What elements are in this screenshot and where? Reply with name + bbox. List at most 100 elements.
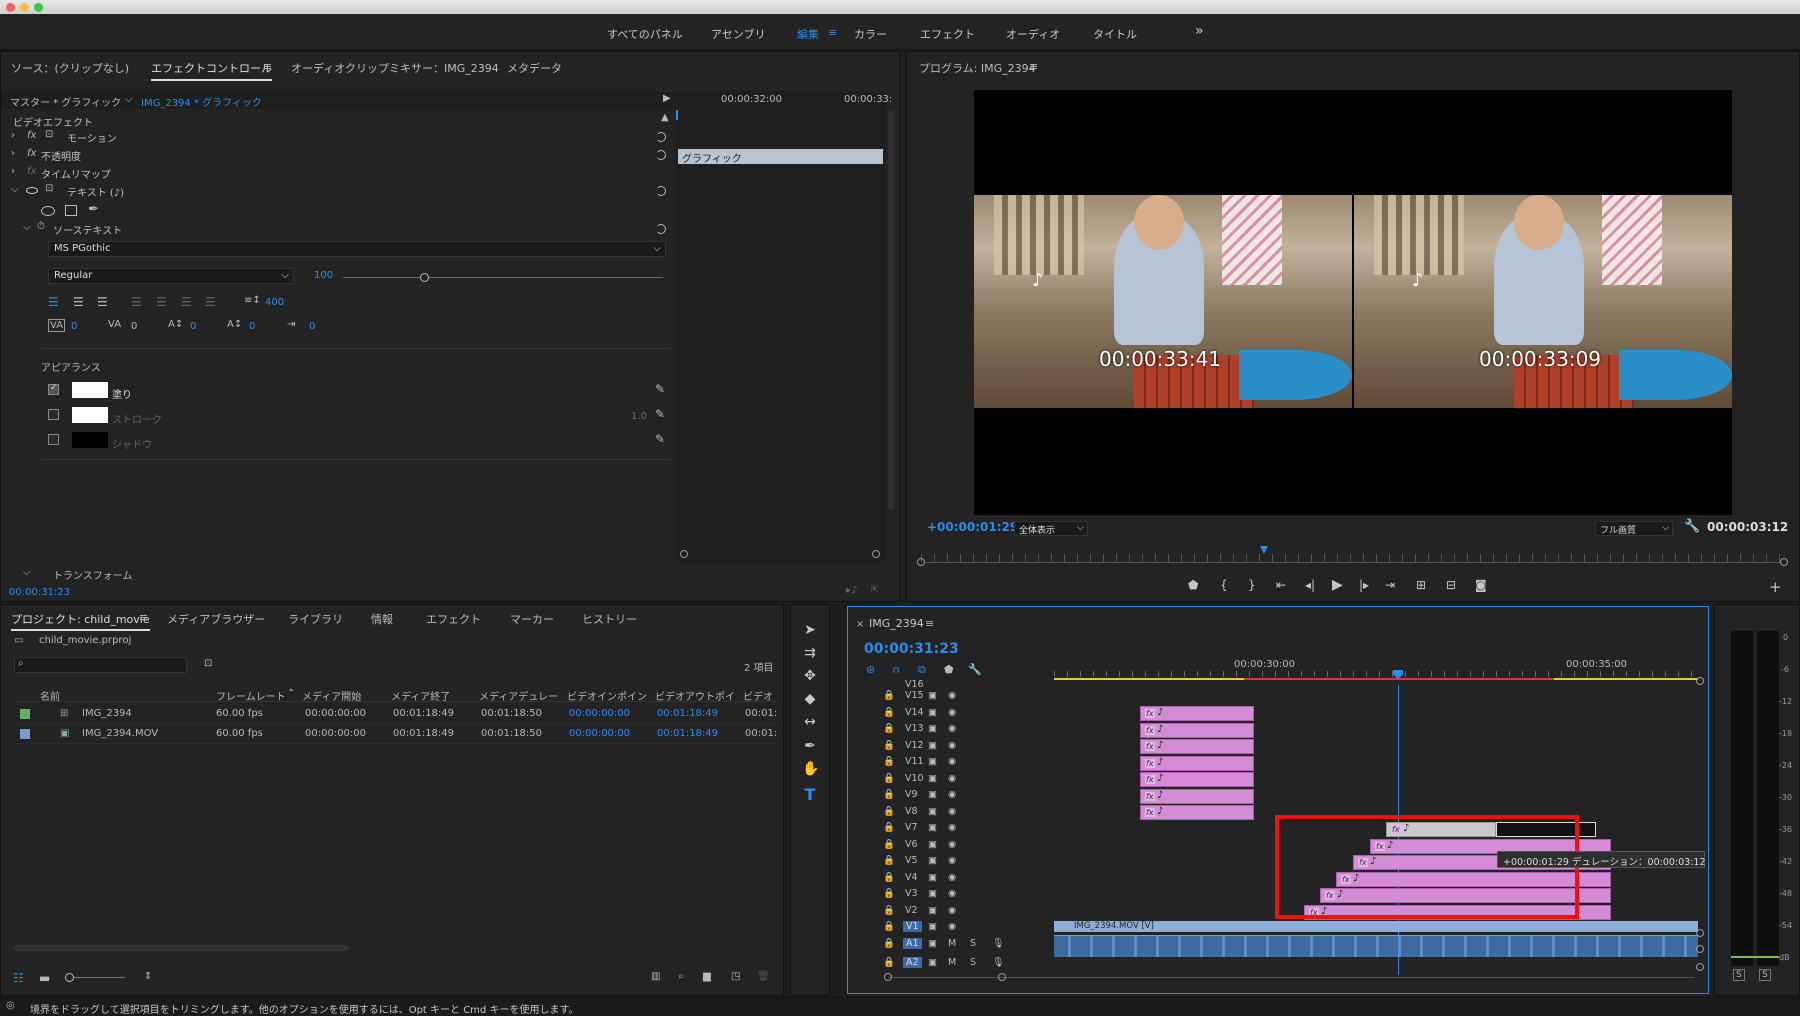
- lock-icon[interactable]: 🔒: [883, 756, 895, 767]
- workspace-tab-all[interactable]: すべてのパネル: [607, 26, 683, 42]
- tab-source[interactable]: ソース：(クリップなし): [11, 60, 129, 76]
- fx-icon[interactable]: fx: [27, 148, 36, 159]
- ellipse-mask-icon[interactable]: [41, 206, 55, 216]
- sort-icon[interactable]: ⇕: [144, 971, 152, 982]
- align-left-icon[interactable]: ☰: [48, 295, 59, 309]
- eye-icon[interactable]: ◉: [948, 888, 956, 899]
- lock-icon[interactable]: 🔒: [883, 690, 895, 701]
- extract-icon[interactable]: ⊟: [1446, 578, 1456, 592]
- graphic-clip[interactable]: fx ♪: [1140, 756, 1254, 771]
- add-button-icon[interactable]: +: [1769, 578, 1782, 596]
- font-size-slider-handle[interactable]: [420, 273, 429, 282]
- trash-icon[interactable]: 🗑: [757, 971, 770, 982]
- eye-icon[interactable]: ◉: [948, 789, 956, 800]
- mark-out-icon[interactable]: }: [1248, 578, 1256, 592]
- microphone-icon[interactable]: 🎙: [992, 938, 1004, 949]
- transform-box-icon[interactable]: ⊡: [45, 129, 53, 140]
- lock-icon[interactable]: 🔒: [883, 740, 895, 751]
- vscroll-handle[interactable]: [1696, 929, 1704, 937]
- fill-checkbox[interactable]: ✓: [48, 383, 59, 395]
- tab-libraries[interactable]: ライブラリ: [288, 611, 343, 627]
- mute-button[interactable]: M: [948, 938, 956, 949]
- thumb-size-handle[interactable]: [65, 973, 74, 982]
- go-to-out-icon[interactable]: ⇥: [1385, 578, 1395, 592]
- time-ruler[interactable]: 00:00:30:00 00:00:35:00: [1054, 657, 1698, 680]
- workspace-tab-effects[interactable]: エフェクト: [920, 26, 975, 42]
- scroll-right-handle[interactable]: [1780, 558, 1788, 566]
- col-media-start[interactable]: メディア開始: [302, 688, 361, 703]
- collapse-text-icon[interactable]: ⌵: [11, 184, 19, 195]
- align-right-icon[interactable]: ☰: [97, 295, 108, 309]
- lift-icon[interactable]: ⊞: [1416, 578, 1426, 592]
- mini-graphic-bar[interactable]: グラフィック: [678, 149, 883, 165]
- stroke-color-swatch[interactable]: [72, 407, 108, 423]
- tsume-value[interactable]: 0: [249, 321, 255, 332]
- sync-lock-icon[interactable]: ▣: [928, 756, 937, 767]
- timeline-hscroll-track[interactable]: [888, 977, 1694, 978]
- thumb-size-slider[interactable]: [69, 977, 125, 978]
- sequence-timecode[interactable]: 00:00:31:23: [864, 641, 959, 657]
- lock-icon[interactable]: 🔒: [883, 806, 895, 817]
- lock-icon[interactable]: 🔒: [883, 789, 895, 800]
- sync-lock-icon[interactable]: ▣: [928, 855, 937, 866]
- icon-view-icon[interactable]: ▬: [39, 971, 50, 985]
- mini-scroll-left[interactable]: [680, 550, 688, 558]
- play-icon[interactable]: ▶: [1332, 577, 1343, 593]
- fill-color-swatch[interactable]: [72, 382, 108, 398]
- eye-icon[interactable]: ◉: [948, 872, 956, 883]
- table-row[interactable]: ▣ IMG_2394.MOV 60.00 fps 00:00:00:00 00:…: [14, 725, 777, 744]
- automate-icon[interactable]: ▥: [651, 971, 660, 982]
- linked-selection-icon[interactable]: ⧉: [918, 663, 926, 677]
- zoom-select[interactable]: 全体表示 ⌵: [1014, 521, 1088, 536]
- new-item-icon[interactable]: ◳: [731, 971, 740, 982]
- sync-lock-icon[interactable]: ▣: [928, 957, 937, 968]
- sync-lock-icon[interactable]: ▣: [928, 921, 937, 932]
- quality-select[interactable]: フル画質 ⌵: [1595, 521, 1673, 536]
- lock-icon[interactable]: 🔒: [883, 957, 895, 968]
- align-center-icon[interactable]: ☰: [73, 295, 84, 309]
- track-label-a1[interactable]: A1: [903, 938, 922, 949]
- mini-playhead[interactable]: [676, 110, 678, 120]
- tab-media-browser[interactable]: メディアブラウザー: [167, 611, 265, 627]
- slip-tool-icon[interactable]: ↔: [802, 714, 818, 730]
- expand-timeremap-icon[interactable]: ›: [11, 166, 15, 177]
- fx-icon[interactable]: fx: [27, 130, 36, 141]
- lock-icon[interactable]: 🔒: [883, 921, 895, 932]
- eye-icon[interactable]: ◉: [948, 690, 956, 701]
- timeline-settings-icon[interactable]: 🔧: [968, 663, 982, 676]
- eye-icon[interactable]: ◉: [948, 707, 956, 718]
- zoom-right-handle[interactable]: [998, 973, 1006, 981]
- effect-text[interactable]: テキスト (♪): [67, 184, 124, 202]
- sync-lock-icon[interactable]: ▣: [928, 723, 937, 734]
- sync-lock-icon[interactable]: ▣: [928, 773, 937, 784]
- col-name[interactable]: 名前: [40, 688, 60, 703]
- solo-button[interactable]: S: [970, 957, 976, 968]
- expand-motion-icon[interactable]: ›: [11, 130, 15, 141]
- table-row[interactable]: ⊞ IMG_2394 60.00 fps 00:00:00:00 00:01:1…: [14, 705, 777, 724]
- razor-tool-icon[interactable]: ◆: [802, 691, 818, 707]
- panel-menu-icon[interactable]: ≡: [263, 60, 272, 73]
- lock-icon[interactable]: 🔒: [883, 839, 895, 850]
- sort-up-icon[interactable]: ⌃: [287, 688, 295, 699]
- row-in[interactable]: 00:00:00:00: [569, 708, 630, 719]
- tab-info[interactable]: 情報: [371, 611, 393, 627]
- project-search-input[interactable]: ⌕: [14, 657, 187, 673]
- font-size-value[interactable]: 100: [314, 270, 333, 281]
- eye-icon[interactable]: ◉: [948, 822, 956, 833]
- tab-audio-clip-mixer[interactable]: オーディオクリップミキサー：IMG_2394: [291, 60, 499, 76]
- sync-lock-icon[interactable]: ▣: [928, 905, 937, 916]
- mark-in-icon[interactable]: {: [1220, 578, 1228, 592]
- master-label[interactable]: マスター * グラフィック: [10, 94, 121, 109]
- monitor-ruler[interactable]: [921, 554, 1781, 562]
- rect-mask-icon[interactable]: [65, 205, 77, 216]
- transform-box-icon[interactable]: ⊡: [45, 183, 53, 194]
- stopwatch-icon[interactable]: ⏱: [37, 221, 45, 232]
- font-style-select[interactable]: Regular ⌵: [48, 268, 294, 284]
- mini-scroll-right[interactable]: [872, 550, 880, 558]
- video-canvas[interactable]: ♪ 00:00:33:41 ♪ 00:00:33:09: [974, 90, 1732, 515]
- workspace-tab-audio[interactable]: オーディオ: [1006, 26, 1060, 42]
- hand-tool-icon[interactable]: ✋: [802, 761, 819, 777]
- graphic-clip[interactable]: fx ♪: [1140, 706, 1254, 721]
- eyedropper-icon[interactable]: ✎: [655, 432, 665, 446]
- program-offset[interactable]: +00:00:01:29: [927, 520, 1018, 534]
